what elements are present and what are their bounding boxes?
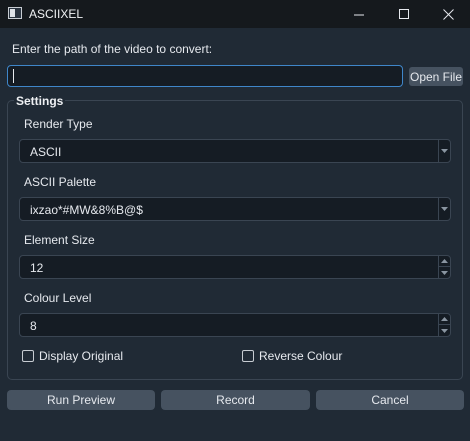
run-preview-button[interactable]: Run Preview bbox=[7, 390, 155, 410]
chevron-down-icon bbox=[441, 328, 448, 333]
reverse-colour-checkbox[interactable] bbox=[242, 350, 254, 362]
dropdown-arrow[interactable] bbox=[438, 140, 450, 162]
text-caret bbox=[13, 69, 14, 83]
element-size-value: 12 bbox=[30, 261, 44, 275]
app-icon bbox=[8, 7, 22, 19]
close-icon bbox=[442, 8, 454, 20]
chevron-up-icon bbox=[441, 259, 448, 263]
ascii-palette-select[interactable]: ixzao*#MW&8%B@$ bbox=[19, 197, 451, 221]
chevron-down-icon bbox=[441, 270, 448, 275]
colour-level-value: 8 bbox=[30, 319, 37, 333]
colour-level-label: Colour Level bbox=[24, 291, 92, 305]
chevron-down-icon bbox=[441, 206, 448, 211]
record-button[interactable]: Record bbox=[161, 390, 310, 410]
element-size-label: Element Size bbox=[24, 233, 95, 247]
decrement-button[interactable] bbox=[439, 267, 450, 278]
reverse-colour-label: Reverse Colour bbox=[259, 349, 343, 363]
render-type-select[interactable]: ASCII bbox=[19, 139, 451, 163]
element-size-spinbox[interactable]: 12 bbox=[19, 255, 451, 279]
decrement-button[interactable] bbox=[439, 325, 450, 336]
cancel-button[interactable]: Cancel bbox=[316, 390, 464, 410]
increment-button[interactable] bbox=[439, 256, 450, 267]
maximize-icon bbox=[398, 8, 409, 19]
render-type-label: Render Type bbox=[24, 117, 93, 131]
maximize-button[interactable] bbox=[382, 0, 426, 28]
chevron-down-icon bbox=[441, 148, 448, 153]
display-original-option[interactable]: Display Original bbox=[22, 349, 123, 363]
minimize-icon bbox=[353, 14, 364, 15]
window-title: ASCIIXEL bbox=[29, 7, 84, 21]
ascii-palette-label: ASCII Palette bbox=[24, 175, 97, 189]
open-file-button[interactable]: Open File bbox=[409, 67, 463, 86]
chevron-up-icon bbox=[441, 317, 448, 321]
dropdown-arrow[interactable] bbox=[438, 198, 450, 220]
path-label: Enter the path of the video to convert: bbox=[12, 42, 213, 56]
display-original-checkbox[interactable] bbox=[22, 350, 34, 362]
close-button[interactable] bbox=[426, 0, 470, 28]
minimize-button[interactable] bbox=[337, 0, 381, 28]
reverse-colour-option[interactable]: Reverse Colour bbox=[242, 349, 342, 363]
settings-title: Settings bbox=[14, 94, 66, 108]
render-type-value: ASCII bbox=[30, 145, 62, 159]
video-path-input[interactable] bbox=[7, 65, 403, 87]
colour-level-spinbox[interactable]: 8 bbox=[19, 313, 451, 337]
increment-button[interactable] bbox=[439, 314, 450, 325]
title-bar: ASCIIXEL bbox=[0, 0, 470, 28]
display-original-label: Display Original bbox=[39, 349, 124, 363]
spin-arrows bbox=[438, 314, 450, 336]
spin-arrows bbox=[438, 256, 450, 278]
ascii-palette-value: ixzao*#MW&8%B@$ bbox=[30, 203, 143, 217]
